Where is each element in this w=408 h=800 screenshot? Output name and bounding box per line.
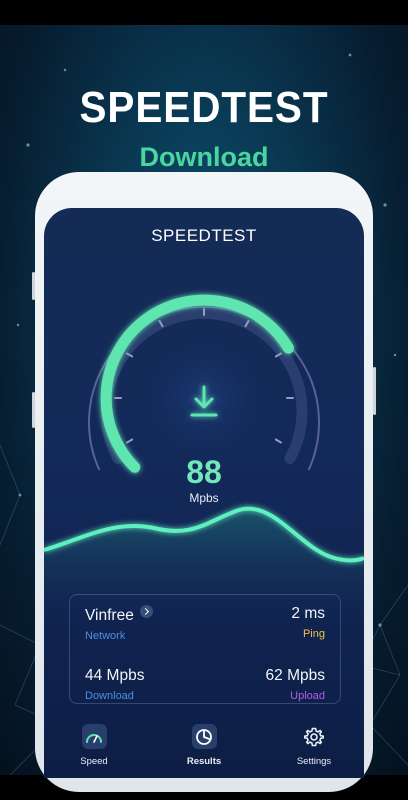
network-label: Network — [85, 630, 126, 642]
download-label: Download — [85, 690, 134, 702]
ping-stat: 2 ms Ping — [291, 605, 325, 640]
network-stat[interactable]: Vinfree Network — [85, 605, 153, 642]
tab-settings-label: Settings — [296, 756, 332, 767]
upload-value: 62 Mpbs — [265, 667, 325, 684]
phone-side-button — [373, 367, 376, 415]
network-name: Vinfree — [85, 607, 134, 624]
tab-results-label: Results — [186, 756, 222, 767]
download-icon — [185, 382, 223, 427]
speed-value: 88 — [186, 454, 222, 490]
promo-title: SPEEDTEST — [79, 83, 329, 132]
ping-value: 2 ms — [291, 605, 325, 622]
download-value: 44 Mpbs — [85, 667, 145, 684]
chevron-right-icon[interactable] — [139, 605, 153, 618]
speedometer-icon — [81, 724, 107, 749]
ping-label: Ping — [302, 628, 325, 640]
tab-speed[interactable]: Speed — [59, 724, 129, 767]
tab-settings[interactable]: Settings — [279, 724, 349, 767]
phone-side-button — [32, 392, 35, 428]
pie-chart-icon — [191, 724, 217, 749]
app-screen: SPEEDTEST 88 Mpbs Vinfree Network 2 ms P… — [44, 208, 364, 778]
stats-panel: Vinfree Network 2 ms Ping 44 Mpbs Downlo… — [69, 594, 341, 704]
phone-side-button — [32, 272, 35, 300]
bottom-tab-bar: Speed Results Settings — [44, 720, 364, 778]
download-stat: 44 Mpbs Download — [85, 667, 144, 702]
tab-results[interactable]: Results — [169, 724, 239, 767]
upload-stat: 62 Mpbs Upload — [266, 667, 325, 702]
upload-label: Upload — [290, 690, 325, 702]
speed-unit: Mpbs — [189, 491, 219, 505]
gear-icon — [302, 724, 327, 749]
tab-speed-label: Speed — [80, 756, 108, 767]
promo-subtitle: Download — [139, 142, 269, 172]
